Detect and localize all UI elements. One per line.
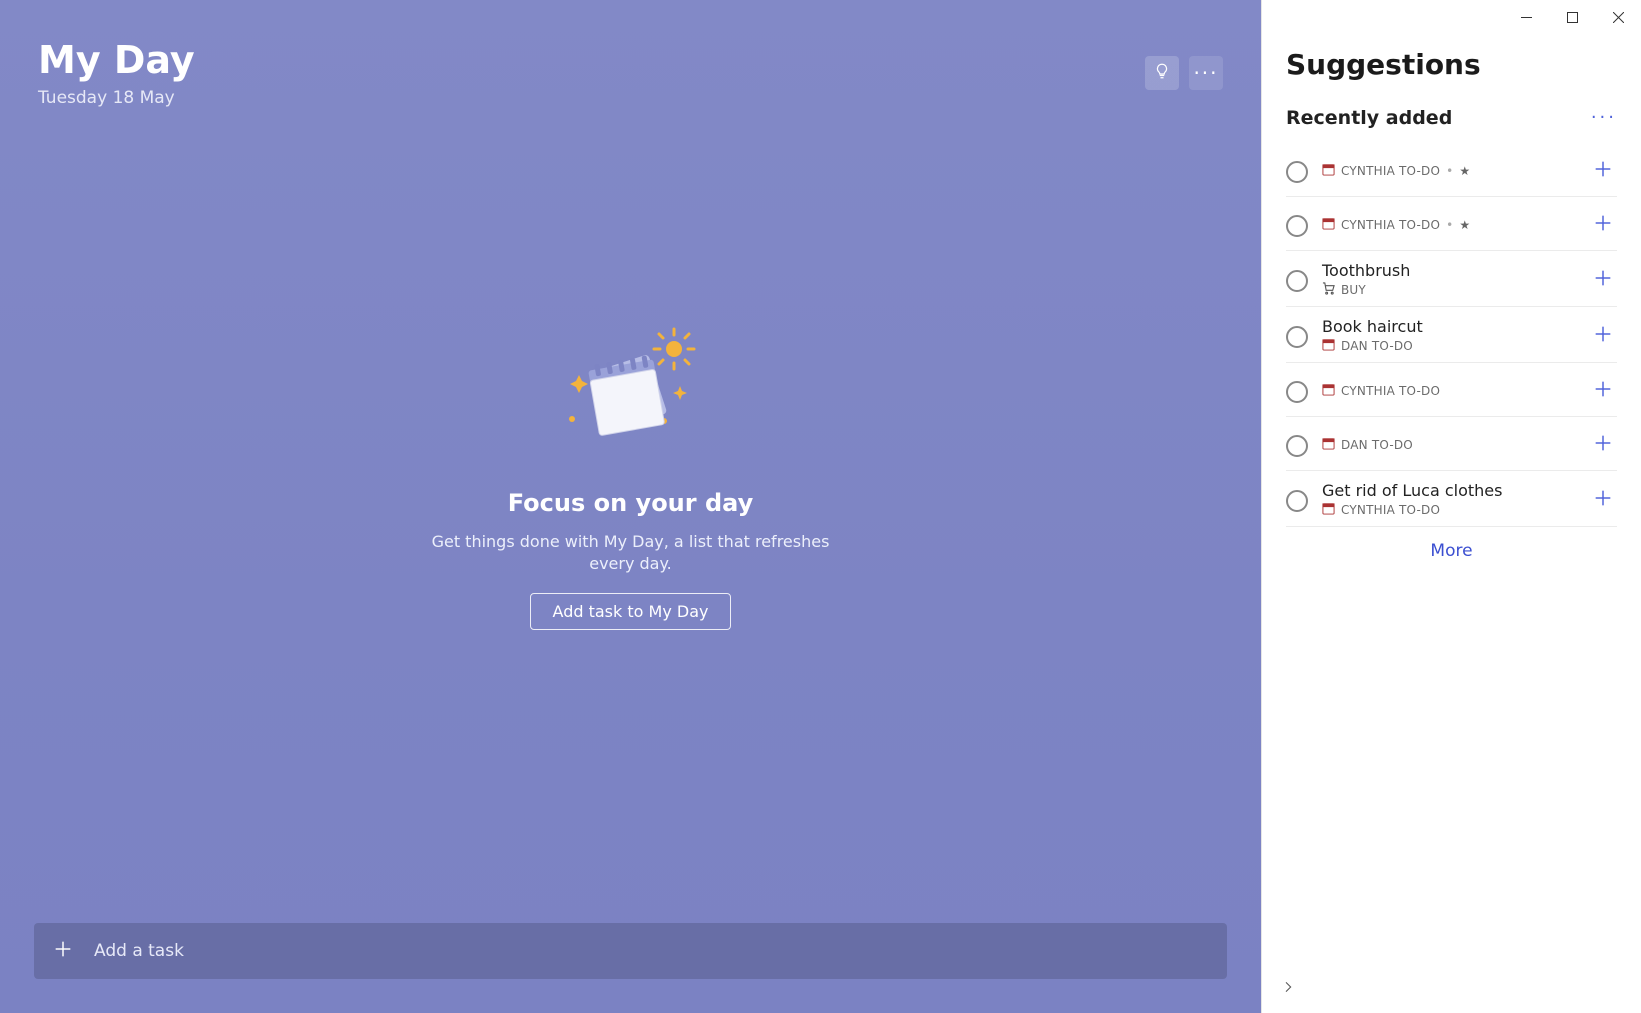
add-task-input[interactable] — [94, 941, 1209, 961]
window-minimize-button[interactable] — [1503, 2, 1549, 32]
suggestion-body: Toothbrush BUY — [1322, 261, 1575, 298]
suggestion-list-name: CYNTHIA TO-DO — [1341, 218, 1440, 232]
plus-icon — [1592, 432, 1614, 458]
section-header: Recently added ··· — [1286, 107, 1617, 129]
calendar-icon — [1322, 383, 1335, 399]
suggestion-item[interactable]: Book haircut DAN TO-DO — [1286, 307, 1617, 363]
suggestion-item[interactable]: DAN TO-DO — [1286, 417, 1617, 471]
suggestions-inner: Suggestions Recently added ··· CYNTHIA T… — [1262, 34, 1641, 965]
suggestion-task-title: Toothbrush — [1322, 261, 1575, 280]
suggestion-body: CYNTHIA TO-DO • ★ — [1322, 217, 1575, 233]
calendar-icon — [1322, 437, 1335, 453]
section-title: Recently added — [1286, 107, 1452, 129]
suggestions-list: CYNTHIA TO-DO • ★ CYNTHIA TO-DO • ★ Toothbrush… — [1286, 143, 1617, 527]
separator-dot: • — [1446, 164, 1453, 178]
calendar-icon — [1322, 338, 1335, 354]
page-title: My Day — [38, 40, 1145, 82]
add-to-my-day-button[interactable] — [1589, 322, 1617, 350]
lightbulb-icon — [1153, 62, 1171, 84]
empty-desc: Get things done with My Day, a list that… — [421, 531, 841, 576]
suggestion-body: Get rid of Luca clothes CYNTHIA TO-DO — [1322, 481, 1575, 518]
suggestion-meta: CYNTHIA TO-DO — [1322, 502, 1575, 518]
suggestion-meta: CYNTHIA TO-DO — [1322, 383, 1575, 399]
add-to-my-day-button[interactable] — [1589, 266, 1617, 294]
suggestions-pane: Suggestions Recently added ··· CYNTHIA T… — [1261, 0, 1641, 1013]
suggestion-meta: DAN TO-DO — [1322, 338, 1575, 354]
suggestion-item[interactable]: Toothbrush BUY — [1286, 251, 1617, 307]
empty-state: Focus on your day Get things done with M… — [421, 321, 841, 631]
window-controls — [1262, 0, 1641, 34]
suggestion-item[interactable]: CYNTHIA TO-DO • ★ — [1286, 143, 1617, 197]
suggestion-item[interactable]: CYNTHIA TO-DO — [1286, 363, 1617, 417]
main-pane: My Day Tuesday 18 May ··· — [0, 0, 1261, 1013]
suggestion-meta: BUY — [1322, 282, 1575, 298]
star-icon: ★ — [1459, 164, 1470, 178]
window-maximize-button[interactable] — [1549, 2, 1595, 32]
suggestion-list-name: BUY — [1341, 283, 1366, 297]
add-to-my-day-button[interactable] — [1589, 377, 1617, 405]
suggestion-task-title: Get rid of Luca clothes — [1322, 481, 1575, 500]
calendar-icon — [1322, 217, 1335, 233]
suggestion-item[interactable]: CYNTHIA TO-DO • ★ — [1286, 197, 1617, 251]
complete-checkbox[interactable] — [1286, 215, 1308, 237]
suggestion-task-title: Book haircut — [1322, 317, 1575, 336]
empty-state-wrap: Focus on your day Get things done with M… — [0, 108, 1261, 923]
suggestion-meta: CYNTHIA TO-DO • ★ — [1322, 163, 1575, 179]
plus-icon — [52, 938, 74, 964]
suggestion-list-name: CYNTHIA TO-DO — [1341, 503, 1440, 517]
plus-icon — [1592, 487, 1614, 513]
add-to-my-day-button[interactable] — [1589, 431, 1617, 459]
collapse-panel-button[interactable] — [1280, 979, 1296, 999]
side-footer — [1262, 965, 1641, 1013]
complete-checkbox[interactable] — [1286, 270, 1308, 292]
suggestions-title: Suggestions — [1286, 48, 1617, 81]
suggestion-body: Book haircut DAN TO-DO — [1322, 317, 1575, 354]
complete-checkbox[interactable] — [1286, 326, 1308, 348]
ellipsis-icon: ··· — [1591, 107, 1617, 128]
add-task-to-my-day-button[interactable]: Add task to My Day — [530, 593, 732, 630]
suggestion-body: CYNTHIA TO-DO — [1322, 383, 1575, 399]
more-link[interactable]: More — [1286, 527, 1617, 575]
complete-checkbox[interactable] — [1286, 490, 1308, 512]
main-header: My Day Tuesday 18 May ··· — [0, 0, 1261, 108]
complete-checkbox[interactable] — [1286, 435, 1308, 457]
suggestion-list-name: CYNTHIA TO-DO — [1341, 164, 1440, 178]
separator-dot: • — [1446, 218, 1453, 232]
plus-icon — [1592, 267, 1614, 293]
suggestion-body: CYNTHIA TO-DO • ★ — [1322, 163, 1575, 179]
add-to-my-day-button[interactable] — [1589, 157, 1617, 185]
plus-icon — [1592, 212, 1614, 238]
plus-icon — [1592, 323, 1614, 349]
empty-title: Focus on your day — [508, 489, 753, 517]
add-task-bar[interactable] — [34, 923, 1227, 979]
page-date: Tuesday 18 May — [38, 88, 1145, 108]
window-close-button[interactable] — [1595, 2, 1641, 32]
suggestion-item[interactable]: Get rid of Luca clothes CYNTHIA TO-DO — [1286, 471, 1617, 527]
header-actions: ··· — [1145, 56, 1223, 90]
chevron-right-icon — [1280, 979, 1296, 995]
calendar-icon — [1322, 163, 1335, 179]
complete-checkbox[interactable] — [1286, 161, 1308, 183]
suggestion-body: DAN TO-DO — [1322, 437, 1575, 453]
suggestion-meta: CYNTHIA TO-DO • ★ — [1322, 217, 1575, 233]
suggestions-toggle-button[interactable] — [1145, 56, 1179, 90]
complete-checkbox[interactable] — [1286, 381, 1308, 403]
cart-icon — [1322, 282, 1335, 298]
suggestion-list-name: DAN TO-DO — [1341, 339, 1413, 353]
suggestion-list-name: CYNTHIA TO-DO — [1341, 384, 1440, 398]
suggestion-list-name: DAN TO-DO — [1341, 438, 1413, 452]
titles: My Day Tuesday 18 May — [38, 40, 1145, 108]
more-options-button[interactable]: ··· — [1189, 56, 1223, 90]
empty-illustration — [546, 321, 716, 461]
suggestion-meta: DAN TO-DO — [1322, 437, 1575, 453]
add-to-my-day-button[interactable] — [1589, 486, 1617, 514]
calendar-icon — [1322, 502, 1335, 518]
star-icon: ★ — [1459, 218, 1470, 232]
add-to-my-day-button[interactable] — [1589, 211, 1617, 239]
plus-icon — [1592, 158, 1614, 184]
plus-icon — [1592, 378, 1614, 404]
